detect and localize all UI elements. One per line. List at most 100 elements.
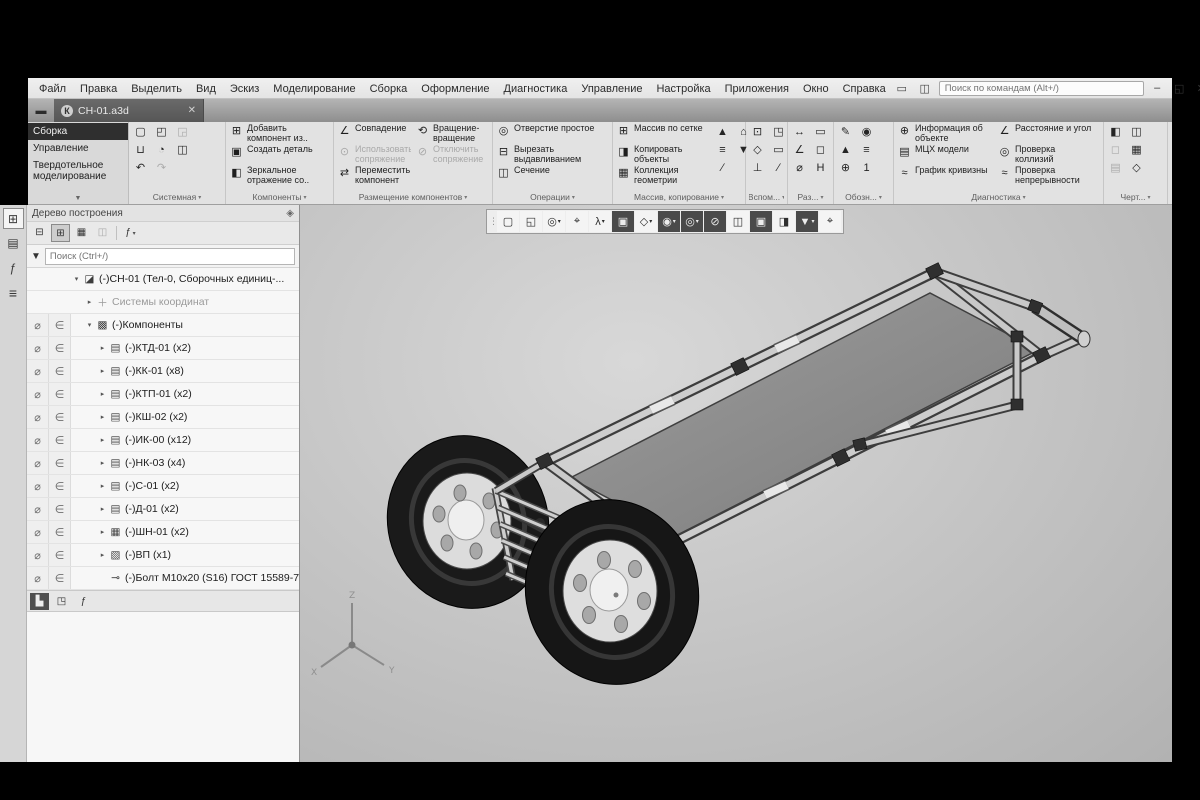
collision-check[interactable]: ◎Проверка коллизий <box>997 145 1093 165</box>
tree-row-6[interactable]: ⌀∈▸▤(-)КТП-01 (х2) <box>27 383 299 406</box>
expand-arrow[interactable]: ▸ <box>97 344 108 352</box>
include-toggle[interactable]: ∈ <box>49 498 71 520</box>
home-menu-button[interactable]: ▬ <box>28 99 54 122</box>
mode-сборка[interactable]: Сборка <box>28 123 128 140</box>
expand-arrow[interactable]: ▸ <box>97 551 108 559</box>
tree-groups-view[interactable]: ▦ <box>72 224 91 242</box>
new-document-icon[interactable]: ▢ <box>132 124 149 141</box>
tab-close-icon[interactable]: ✕ <box>188 105 196 116</box>
aux-plane-icon[interactable]: ◇ <box>749 142 766 159</box>
document-windows-icon[interactable]: ◫ <box>174 142 191 159</box>
close-button[interactable]: ✕ <box>1193 82 1200 95</box>
menu-item-1[interactable]: Файл <box>32 81 73 97</box>
cut-extrude[interactable]: ⊟Вырезать выдавливанием <box>496 145 606 165</box>
simple-hole[interactable]: ◎Отверстие простое <box>496 124 606 144</box>
menu-item-12[interactable]: Приложения <box>718 81 796 97</box>
zoom-button[interactable]: ◎▾ <box>543 211 565 232</box>
mate-coincidence[interactable]: ∠Совпадение <box>337 124 411 144</box>
expand-arrow[interactable]: ▾ <box>71 275 82 283</box>
include-toggle[interactable]: ∈ <box>49 314 71 336</box>
array-extra-2-icon[interactable]: ≡ <box>714 142 731 159</box>
display-mode-button[interactable]: ▣ <box>612 211 634 232</box>
aux-axis-icon[interactable]: ⊥ <box>749 160 766 177</box>
menu-item-7[interactable]: Сборка <box>363 81 415 97</box>
item-number-icon[interactable]: 1 <box>858 160 875 177</box>
hide-objects-button[interactable]: ◉▾ <box>658 211 680 232</box>
tree-row-13[interactable]: ⌀∈▸▧(-)ВП (х1) <box>27 544 299 567</box>
dim-radial-icon[interactable]: ▭ <box>812 124 829 141</box>
menu-item-4[interactable]: Вид <box>189 81 223 97</box>
parameters-tab[interactable]: ▤ <box>3 233 24 254</box>
aux-point-icon[interactable]: ⊡ <box>749 124 766 141</box>
visibility-toggle[interactable]: ⌀ <box>27 360 49 382</box>
screen-mode-icon[interactable]: ◫ <box>916 82 934 95</box>
tree-row-5[interactable]: ⌀∈▸▤(-)КК-01 (х8) <box>27 360 299 383</box>
tree-row-12[interactable]: ⌀∈▸▦(-)ШН-01 (х2) <box>27 521 299 544</box>
pan-button[interactable]: ⌖ <box>566 211 588 232</box>
visibility-toggle[interactable]: ⌀ <box>27 452 49 474</box>
drawing-6-icon[interactable]: ◇ <box>1128 160 1145 177</box>
variables-tab[interactable]: ƒ <box>3 258 24 279</box>
expand-arrow[interactable]: ▸ <box>97 390 108 398</box>
viewport-3d[interactable]: ⋮▢◱◎▾⌖λ▾▣◇▾◉▾◎▾⊘◫▣◨▼▾⌖ <box>300 205 1172 762</box>
expand-arrow[interactable]: ▸ <box>97 367 108 375</box>
menu-item-9[interactable]: Диагностика <box>497 81 575 97</box>
include-toggle[interactable]: ∈ <box>49 544 71 566</box>
layout-icon[interactable]: ▭ <box>893 82 911 95</box>
menu-item-13[interactable]: Окно <box>796 81 836 97</box>
mate-rotation[interactable]: ⟲Вращение-вращение <box>415 124 489 144</box>
aux-plane-2-icon[interactable]: ▭ <box>770 142 787 159</box>
menu-item-8[interactable]: Оформление <box>414 81 496 97</box>
geometry-collection[interactable]: ▦Коллекция геометрии <box>616 166 710 186</box>
tree-search-input[interactable] <box>45 248 295 265</box>
workspace-icon[interactable]: ⊔ <box>132 142 149 159</box>
section[interactable]: ◫Сечение <box>496 166 606 186</box>
copy-objects[interactable]: ◨Копировать объекты <box>616 145 710 165</box>
note-icon[interactable]: ✎ <box>837 124 854 141</box>
documents-button[interactable]: ◱ <box>520 211 542 232</box>
recent-documents-icon[interactable]: ◔ <box>153 142 170 159</box>
tree-composition-view[interactable]: ⊞ <box>51 224 70 242</box>
dim-diameter-icon[interactable]: ⌀ <box>791 160 808 177</box>
filter-funnel-icon[interactable]: ▼ <box>31 251 41 262</box>
position-mark-icon[interactable]: ⊕ <box>837 160 854 177</box>
design-tree-tab[interactable]: ⊞ <box>3 208 24 229</box>
expand-arrow[interactable]: ▸ <box>84 298 95 306</box>
visibility-toggle[interactable]: ⌀ <box>27 429 49 451</box>
array-extra-1-icon[interactable]: ▲ <box>714 124 731 141</box>
mode-управление[interactable]: Управление <box>28 140 128 157</box>
visibility-toggle[interactable]: ⌀ <box>27 314 49 336</box>
visibility-toggle[interactable]: ⌀ <box>27 406 49 428</box>
mode-твердотельное-моделирование[interactable]: Твердотельное моделирование <box>28 157 128 185</box>
appearance-button[interactable]: ◨ <box>773 211 795 232</box>
minimize-button[interactable]: – <box>1149 82 1166 94</box>
array-extra-3-icon[interactable]: ∕ <box>714 160 731 177</box>
restore-button[interactable]: ◱ <box>1171 82 1188 95</box>
mode-caret-icon[interactable]: ▼ <box>28 195 128 204</box>
menu-item-3[interactable]: Выделить <box>124 81 189 97</box>
create-object-button[interactable]: ▢ <box>497 211 519 232</box>
include-toggle[interactable]: ∈ <box>49 452 71 474</box>
select-button[interactable]: ⌖ <box>819 211 841 232</box>
clip-button[interactable]: ⊘ <box>704 211 726 232</box>
tree-row-11[interactable]: ⌀∈▸▤(-)Д-01 (х2) <box>27 498 299 521</box>
visibility-toggle[interactable]: ⌀ <box>27 498 49 520</box>
expand-arrow[interactable]: ▸ <box>97 505 108 513</box>
tree-row-2[interactable]: ▸＋Системы координат <box>27 291 299 314</box>
visibility-toggle[interactable]: ⌀ <box>27 337 49 359</box>
tree-structure-view[interactable]: ⊟ <box>30 224 49 242</box>
create-part[interactable]: ▣Создать деталь <box>229 145 327 165</box>
tree-bottom-structure[interactable]: ▙ <box>30 593 49 610</box>
roughness-icon[interactable]: ≡ <box>858 142 875 159</box>
tree-row-3[interactable]: ⌀∈▾▩(-)Компоненты <box>27 314 299 337</box>
tree-row-10[interactable]: ⌀∈▸▤(-)С-01 (х2) <box>27 475 299 498</box>
include-toggle[interactable]: ∈ <box>49 567 71 589</box>
variables-button[interactable]: λ▾ <box>589 211 611 232</box>
tree-row-14[interactable]: ⌀∈⊸(-)Болт М10х20 (S16) ГОСТ 15589-70 <box>27 567 299 590</box>
drawing-1-icon[interactable]: ◧ <box>1107 124 1124 141</box>
visibility-toggle[interactable]: ⌀ <box>27 544 49 566</box>
include-toggle[interactable]: ∈ <box>49 406 71 428</box>
expand-arrow[interactable]: ▸ <box>97 413 108 421</box>
dim-angular-icon[interactable]: ∠ <box>791 142 808 159</box>
visibility-toggle[interactable]: ⌀ <box>27 521 49 543</box>
